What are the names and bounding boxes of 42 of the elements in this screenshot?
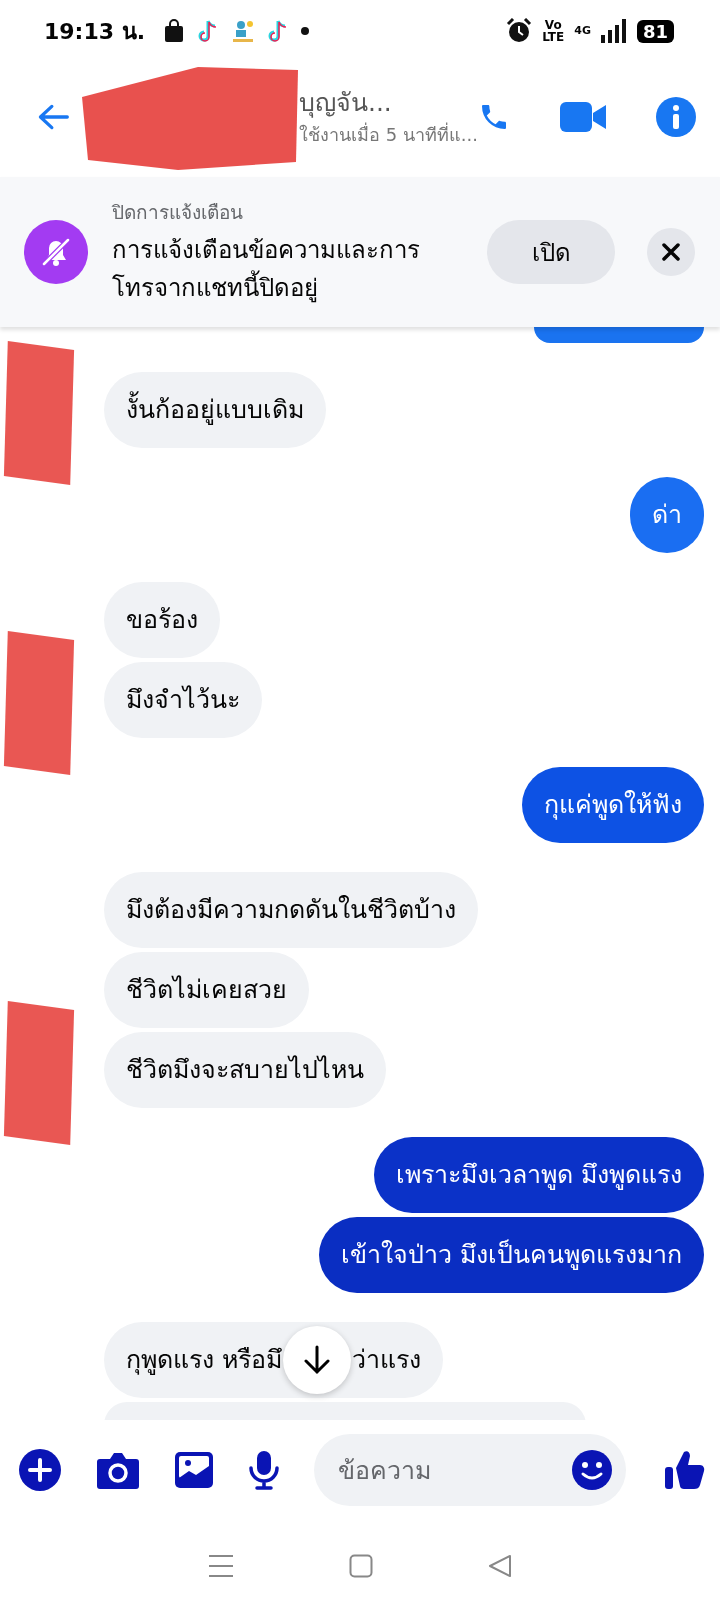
message-bubble: กุแค่พูดให้ฟัง [522, 767, 704, 843]
home-square-icon[interactable] [349, 1554, 373, 1578]
message-bubble: งั้นก้ออยู่แบบเดิม [104, 372, 326, 448]
info-icon[interactable] [656, 97, 696, 137]
message-bubble: เข้าใจป่าว มึงเป็นคนพูดแรงมาก [319, 1217, 704, 1293]
banner-title: ปิดการแจ้งเตือน [112, 200, 244, 225]
plus-icon[interactable] [18, 1448, 62, 1492]
figure-icon [231, 19, 256, 43]
signal-icon [600, 19, 627, 43]
close-icon [662, 243, 680, 261]
camera-icon[interactable] [96, 1451, 140, 1489]
message-bubble: ขอร้อง [104, 582, 220, 658]
message-input[interactable]: ข้อความ [314, 1434, 626, 1506]
banner-message: การแจ้งเตือนข้อความและการ โทรจากแชทนี้ปิดอยู่ [112, 235, 421, 305]
video-camera-icon[interactable] [560, 102, 606, 132]
network-type: 4G [574, 24, 591, 37]
dot-icon [301, 27, 310, 35]
volte-indicator: Vo LTE [542, 19, 565, 43]
active-status: ใช้งานเมื่อ 5 นาทีที่แ... [298, 121, 478, 148]
message-bubble: มึงจำไว้นะ [104, 662, 262, 738]
message-bubble: ชีวิตมึงจะสบายไปไหน [104, 1032, 386, 1108]
message-bubble: เพราะมึงเวลาพูด มึงพูดแรง [374, 1137, 704, 1213]
shopping-bag-icon [163, 19, 186, 43]
message-bubble: กุพูดแรง หรือมึ ว่าแรง [104, 1322, 443, 1398]
status-time: 19:13 น. [44, 17, 146, 46]
message-bubble: มึงต้องมีความกดดันในชีวิตบ้าง [104, 872, 478, 948]
menu-icon[interactable] [207, 1554, 234, 1578]
battery-level: 81 [636, 19, 674, 43]
scroll-down-button[interactable] [282, 1326, 351, 1394]
message-bubble: ชีวิตไม่เคยสวย [104, 952, 309, 1028]
close-button[interactable] [647, 228, 695, 276]
microphone-icon[interactable] [248, 1450, 280, 1490]
message-bubble: ด่า [630, 477, 704, 553]
contact-name: บุญจัน... [298, 86, 392, 120]
thumbs-up-icon[interactable] [664, 1449, 706, 1491]
down-arrow-icon [303, 1345, 330, 1375]
alarm-icon [506, 18, 533, 44]
muted-bell-icon [24, 220, 88, 284]
image-icon[interactable] [174, 1451, 214, 1489]
turn-on-button[interactable]: เปิด [487, 220, 615, 284]
back-triangle-icon[interactable] [488, 1554, 513, 1578]
smiley-icon[interactable] [572, 1450, 612, 1490]
